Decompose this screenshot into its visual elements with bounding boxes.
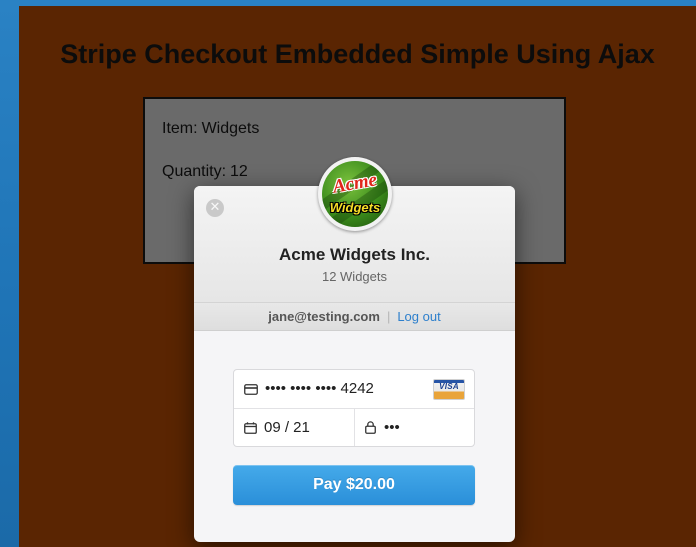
cvc-field[interactable]: ••• [355,409,474,446]
expiry-field[interactable]: 09 / 21 [234,409,355,446]
card-brand: VISA [439,382,459,391]
credit-card-icon [244,370,258,408]
calendar-icon [244,409,257,446]
separator: | [386,309,391,324]
cvc-value: ••• [384,419,400,436]
card-number-value: •••• •••• •••• 4242 [265,380,374,397]
order-item-line: Item: Widgets [162,120,259,138]
card-number-field[interactable]: •••• •••• •••• 4242 VISA [234,370,474,409]
card-form: •••• •••• •••• 4242 VISA 09 / 21 ••• [233,369,475,447]
merchant-logo: Acme Widgets [318,157,392,231]
logout-link[interactable]: Log out [397,309,440,324]
item-value: Widgets [201,120,260,137]
account-bar: jane@testing.com | Log out [194,303,515,331]
expiry-value: 09 / 21 [264,419,310,436]
lock-icon [365,409,376,446]
order-quantity-line: Quantity: 12 [162,163,248,181]
quantity-label: Quantity: [162,163,227,180]
user-email: jane@testing.com [268,309,380,324]
item-label: Item: [162,120,198,137]
logo-text-bottom: Widgets [329,200,381,215]
pay-button[interactable]: Pay $20.00 [233,465,475,505]
checkout-modal: ✕ Acme Widgets Inc. 12 Widgets jane@test… [194,186,515,542]
close-icon[interactable]: ✕ [206,199,224,217]
visa-icon: VISA [433,379,465,400]
page-title: Stripe Checkout Embedded Simple Using Aj… [60,39,655,69]
purchase-description: 12 Widgets [321,269,388,284]
quantity-value: 12 [230,163,248,180]
merchant-name: Acme Widgets Inc. [279,245,430,264]
logo-badge: Acme Widgets [322,161,388,227]
